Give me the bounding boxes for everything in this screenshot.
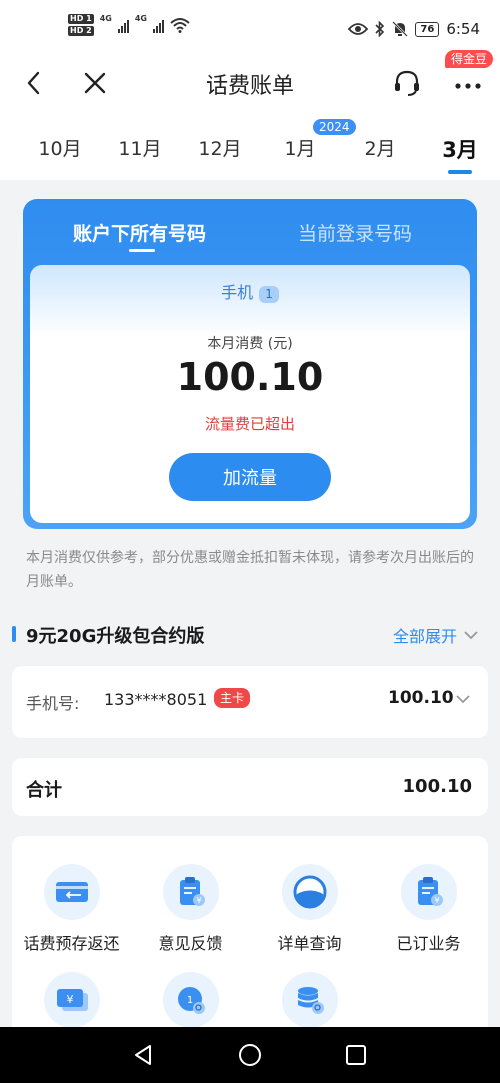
- database-search-icon: [281, 972, 338, 1028]
- battery-indicator: 76: [415, 21, 440, 37]
- reward-badge[interactable]: 得金豆: [445, 50, 494, 68]
- bluetooth-icon: [375, 21, 385, 37]
- billing-notice: 本月消费仅供参考，部分优惠或赠金抵扣暂未体现，请参考次月出账后的月账单。: [26, 550, 474, 590]
- service-feedback[interactable]: ¥ 意见反馈: [131, 864, 250, 954]
- svg-text:¥: ¥: [66, 993, 73, 1006]
- total-row: 合计 100.10: [12, 758, 488, 816]
- main-card-badge: 主卡: [214, 688, 251, 708]
- svg-text:1: 1: [186, 995, 192, 1006]
- tab-all-numbers[interactable]: 账户下所有号码: [73, 219, 206, 246]
- phone-row[interactable]: 手机号: 133****8051 主卡 100.10: [12, 666, 488, 738]
- nav-bar: 话费账单: [0, 60, 500, 110]
- service-yen-card[interactable]: ¥: [12, 972, 131, 1028]
- usage-label: 本月消费 (元): [207, 336, 293, 352]
- status-bar: HD 1 HD 2 4G 4G 76 6:54: [0, 0, 500, 60]
- active-tab-indicator: [448, 170, 472, 174]
- service-label: 意见反馈: [158, 934, 223, 953]
- headset-icon[interactable]: [392, 68, 422, 98]
- phone-count-label: 手机 1: [30, 279, 470, 303]
- chevron-down-icon: [456, 695, 470, 704]
- service-data-search[interactable]: 1: [131, 972, 250, 1028]
- phone-count-badge: 1: [259, 286, 279, 303]
- signal-icon: [117, 17, 129, 33]
- feedback-clipboard-icon: ¥: [162, 864, 219, 920]
- usage-summary: 手机 1 本月消费 (元) 100.10 流量费已超出 加流量: [30, 265, 470, 523]
- service-detail-query[interactable]: 详单查询: [250, 864, 369, 954]
- tab-month-2[interactable]: 2月: [340, 134, 420, 161]
- tab-month-12[interactable]: 12月: [180, 134, 260, 161]
- tab-current-number[interactable]: 当前登录号码: [298, 219, 412, 246]
- total-amount: 100.10: [402, 776, 472, 797]
- subscribed-clipboard-icon: ¥: [400, 864, 457, 920]
- page-title: 话费账单: [205, 74, 294, 99]
- signal-icon-2: [152, 17, 164, 33]
- year-badge: 2024: [313, 119, 356, 135]
- nav-recents-square-icon[interactable]: [344, 1043, 368, 1067]
- more-icon[interactable]: [452, 76, 484, 96]
- nav-back-triangle-icon[interactable]: [132, 1043, 156, 1067]
- mute-bell-icon: [392, 21, 409, 37]
- service-prepaid-return[interactable]: 话费预存返还: [12, 864, 131, 954]
- network-type-2: 4G: [134, 14, 147, 23]
- account-card: 账户下所有号码 当前登录号码 手机 1 本月消费 (元) 100.10 流量费已超…: [23, 199, 477, 529]
- month-tabs: 10月 11月 12月 1月 2月 3月 2024: [0, 110, 500, 180]
- phone-number: 133****8051: [104, 690, 208, 709]
- tab-month-11[interactable]: 11月: [100, 134, 180, 161]
- system-nav-bar: [0, 1027, 500, 1083]
- phone-number-label: 手机号:: [26, 694, 80, 713]
- chevron-down-icon: [464, 631, 478, 640]
- eye-icon: [348, 23, 369, 35]
- svg-text:¥: ¥: [434, 896, 439, 905]
- service-label: 话费预存返还: [23, 934, 120, 953]
- hd2-indicator: HD 2: [68, 26, 94, 36]
- service-database-search[interactable]: [250, 972, 369, 1028]
- service-label: 已订业务: [396, 934, 461, 953]
- detail-query-icon: [281, 864, 338, 920]
- data-overage-warning: 流量费已超出: [204, 415, 295, 433]
- tab-month-1[interactable]: 1月: [260, 134, 340, 161]
- card-return-icon: [43, 864, 100, 920]
- tab-month-3[interactable]: 3月: [420, 134, 500, 164]
- network-type-1: 4G: [99, 14, 112, 23]
- package-title: 9元20G升级包合约版: [26, 626, 205, 647]
- expand-all-button[interactable]: 全部展开: [393, 623, 479, 647]
- account-tab-indicator: [129, 249, 155, 252]
- total-label: 合计: [26, 780, 62, 801]
- data-search-icon: 1: [162, 972, 219, 1028]
- add-data-button[interactable]: 加流量: [169, 453, 331, 501]
- yen-card-icon: ¥: [43, 972, 100, 1028]
- tab-month-10[interactable]: 10月: [20, 134, 100, 161]
- phone-amount: 100.10: [388, 688, 454, 708]
- service-label: 详单查询: [277, 934, 342, 953]
- expand-all-label: 全部展开: [393, 627, 458, 646]
- usage-amount: 100.10: [176, 355, 324, 399]
- phone-label: 手机: [221, 283, 254, 302]
- nav-home-circle-icon[interactable]: [238, 1043, 262, 1067]
- services-grid: 话费预存返还 ¥ 意见反馈 详单查询 ¥ 已订业务 ¥ 1: [12, 836, 488, 1036]
- clock: 6:54: [446, 20, 480, 38]
- section-accent-bar: [12, 626, 16, 642]
- wifi-icon: [170, 18, 190, 33]
- service-subscribed[interactable]: ¥ 已订业务: [369, 864, 488, 954]
- svg-text:¥: ¥: [196, 896, 201, 905]
- hd1-indicator: HD 1: [68, 14, 94, 24]
